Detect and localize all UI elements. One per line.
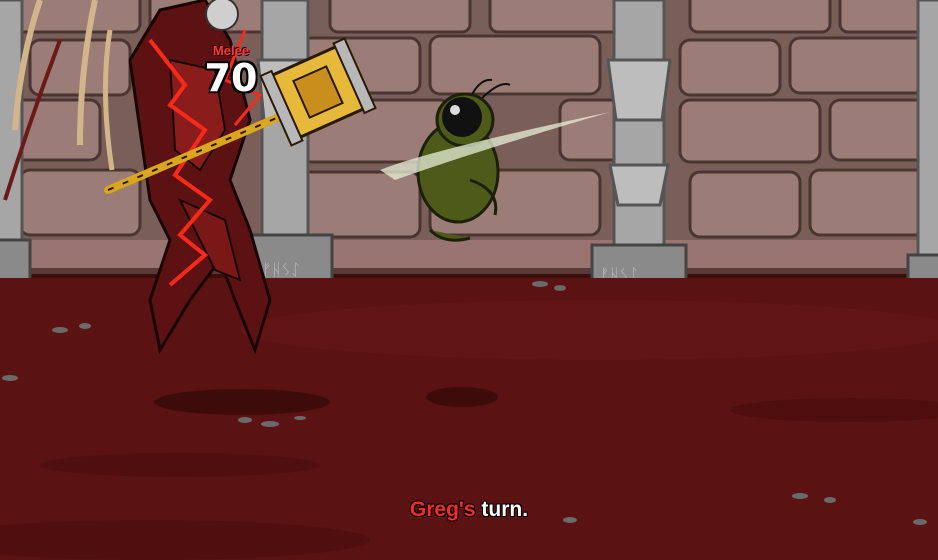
- battle-background: ᚠᚺᛊᛇ ᚠᚺᛊᛇ: [0, 0, 938, 560]
- player-shadow: [426, 387, 498, 407]
- enemy-shadow: [154, 389, 330, 415]
- turn-indicator: Greg's turn.: [0, 498, 938, 522]
- turn-player-name: Greg's: [409, 498, 476, 521]
- svg-text:ᚠᚺᛊᛇ: ᚠᚺᛊᛇ: [262, 260, 300, 279]
- turn-suffix: turn.: [475, 498, 529, 521]
- battle-scene: ᚠᚺᛊᛇ ᚠᚺᛊᛇ Melee 70 Greg's turn.: [0, 0, 938, 560]
- damage-value: 70: [204, 56, 258, 100]
- wall-baseboard: [0, 240, 938, 272]
- damage-popup: Melee 70: [196, 44, 266, 100]
